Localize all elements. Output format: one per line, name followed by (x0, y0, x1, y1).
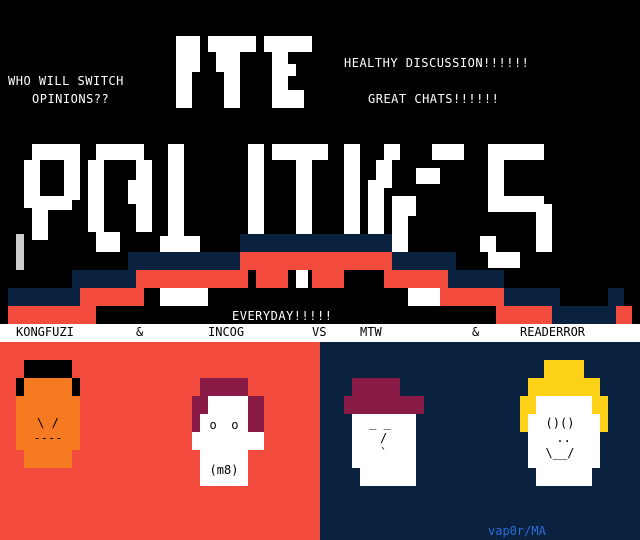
ampersand-right: & (472, 325, 480, 339)
participant-mtw: MTW (360, 325, 382, 339)
kongfuzi-expression: \ / ---- (33, 416, 63, 445)
tagline: EVERYDAY!!!!! (232, 309, 333, 323)
mtw-expression: _ _ / ` (369, 416, 391, 460)
stripe-bands (0, 0, 640, 342)
ampersand-left: & (136, 325, 144, 339)
participants-bar: KONGFUZI & INCOG VS MTW & READERROR (0, 324, 640, 342)
face-incog: o o (m8) (192, 378, 264, 486)
participant-kongfuzi: KONGFUZI (16, 325, 74, 339)
participant-incog: INCOG (208, 325, 245, 339)
artist-signature: vap0r/MA (488, 524, 546, 538)
face-mtw: _ _ / ` (344, 378, 424, 486)
participant-readerror: READERROR (520, 325, 586, 339)
incog-expression: o o (m8) (209, 418, 239, 477)
face-readerror: ()() .. \__/ (520, 360, 608, 486)
ansi-artwork: WHO WILL SWITCH OPINIONS?? HEALTHY DISCU… (0, 0, 640, 540)
readerror-expression: ()() .. \__/ (545, 416, 575, 460)
versus-label: VS (312, 325, 327, 339)
face-kongfuzi: \ / ---- (16, 360, 80, 468)
